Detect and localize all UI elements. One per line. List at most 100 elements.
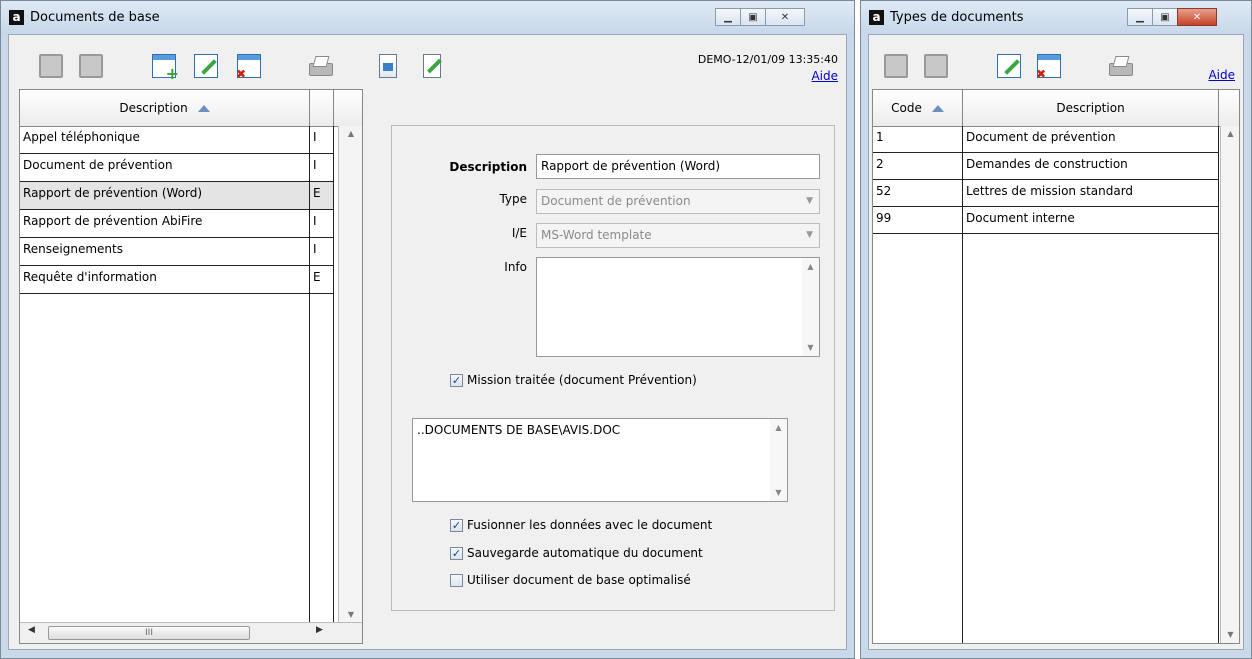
row-flag: I [310, 126, 334, 153]
edit-document-icon[interactable] [423, 54, 441, 78]
table-row[interactable]: Renseignements I [20, 238, 334, 266]
maximize-button[interactable]: ▣ [1152, 8, 1178, 26]
row-code: 2 [873, 153, 963, 180]
column-header-label: Description [119, 101, 188, 115]
table-row[interactable]: Document de prévention I [20, 154, 334, 182]
print-icon[interactable] [307, 54, 333, 78]
column-divider [309, 294, 310, 643]
status-timestamp: DEMO-12/01/09 13:35:40 [697, 53, 838, 66]
column-divider [962, 234, 963, 643]
mission-checkbox[interactable]: ✓ [450, 373, 463, 387]
app-logo-icon: a [9, 10, 24, 25]
row-code: 99 [873, 207, 963, 234]
open-document-icon[interactable] [379, 54, 397, 78]
sort-ascending-icon [197, 105, 210, 112]
column-header-description[interactable]: Description [963, 90, 1219, 126]
row-description: Document de prévention [20, 154, 310, 181]
table-row[interactable]: 1 Document de prévention [873, 126, 1219, 153]
optimized-checkbox-row[interactable]: Utiliser document de base optimalisé [450, 573, 691, 587]
title-bar[interactable]: a Types de documents ▁ ▣ ✕ [861, 1, 1251, 35]
toolbar: DEMO-12/01/09 13:35:40 Aide [9, 35, 846, 89]
detail-form: Description Rapport de prévention (Word)… [391, 125, 835, 611]
delete-record-icon[interactable] [1036, 54, 1061, 81]
maximize-button[interactable]: ▣ [740, 8, 766, 26]
info-textarea[interactable]: ▲ ▼ [536, 257, 820, 357]
sort-ascending-icon [931, 105, 944, 112]
row-description: Requête d'information [20, 266, 310, 293]
table-row[interactable]: 52 Lettres de mission standard [873, 180, 1219, 207]
row-description: Appel téléphonique [20, 126, 310, 153]
save-disabled-icon [884, 54, 908, 78]
autosave-checkbox[interactable]: ✓ [450, 546, 463, 560]
close-button[interactable]: ✕ [1177, 8, 1217, 26]
merge-checkbox[interactable]: ✓ [450, 518, 463, 532]
table-row[interactable]: Rapport de prévention AbiFire I [20, 210, 334, 238]
column-header-code[interactable]: Code [873, 90, 963, 126]
row-flag: E [310, 182, 334, 209]
column-divider [1218, 234, 1219, 643]
close-button[interactable]: ✕ [765, 8, 805, 26]
ie-value: MS-Word template [541, 228, 652, 242]
add-record-icon[interactable] [152, 54, 179, 83]
minimize-button[interactable]: ▁ [1127, 8, 1153, 26]
column-header-ie[interactable] [310, 90, 334, 126]
merge-checkbox-row[interactable]: ✓ Fusionner les données avec le document [450, 518, 712, 532]
scroll-left-icon[interactable]: ◀ [28, 625, 35, 635]
grid-header: Description [20, 90, 362, 127]
vertical-scrollbar[interactable]: ▲ ▼ [1220, 126, 1239, 643]
scroll-up-icon[interactable]: ▲ [1221, 126, 1239, 142]
scroll-down-icon[interactable]: ▼ [339, 607, 362, 623]
grid-header: Code Description [873, 90, 1239, 127]
info-label: Info [504, 260, 527, 274]
cancel-save-disabled-icon [924, 54, 948, 78]
type-label: Type [499, 192, 527, 206]
row-description: Renseignements [20, 238, 310, 265]
table-row-selected[interactable]: Rapport de prévention (Word) E [20, 182, 334, 210]
table-row[interactable]: 99 Document interne [873, 207, 1219, 234]
merge-checkbox-label: Fusionner les données avec le document [467, 518, 713, 532]
scroll-up-icon[interactable]: ▲ [339, 126, 362, 142]
horizontal-scrollbar[interactable]: ◀ III ▶ [20, 622, 362, 643]
help-link[interactable]: Aide [1208, 68, 1235, 82]
row-description: Document de prévention [963, 126, 1219, 153]
column-divider [333, 294, 334, 643]
vertical-scrollbar[interactable]: ▲ ▼ [338, 126, 362, 623]
path-scrollbar[interactable]: ▲ ▼ [770, 419, 787, 501]
documents-de-base-window: a Documents de base ▁ ▣ ✕ DEMO-12/01/09 … [0, 0, 855, 659]
scroll-right-icon[interactable]: ▶ [316, 625, 323, 635]
edit-record-icon[interactable] [997, 54, 1021, 78]
minimize-button[interactable]: ▁ [715, 8, 741, 26]
autosave-checkbox-row[interactable]: ✓ Sauvegarde automatique du document [450, 546, 703, 560]
delete-record-icon[interactable] [236, 54, 261, 81]
cancel-save-disabled-icon [79, 54, 103, 78]
edit-record-icon[interactable] [194, 54, 218, 78]
column-header-description[interactable]: Description [20, 90, 310, 126]
description-field[interactable]: Rapport de prévention (Word) [536, 154, 820, 179]
print-icon[interactable] [1107, 54, 1133, 78]
document-path-value: ..DOCUMENTS DE BASE\AVIS.DOC [417, 423, 621, 437]
type-select[interactable]: Document de prévention ▼ [536, 189, 820, 214]
window-content: Aide Code Description 1 Document de prév… [868, 34, 1244, 650]
scroll-down-icon[interactable]: ▼ [1221, 627, 1239, 643]
app-logo-icon: a [869, 10, 884, 25]
info-scrollbar[interactable]: ▲ ▼ [802, 258, 819, 356]
optimized-checkbox-label: Utiliser document de base optimalisé [467, 573, 691, 587]
chevron-down-icon: ▼ [806, 230, 813, 240]
row-flag: I [310, 238, 334, 265]
ie-label: I/E [511, 226, 527, 240]
document-path-field[interactable]: ..DOCUMENTS DE BASE\AVIS.DOC ▲ ▼ [412, 418, 788, 502]
row-description: Rapport de prévention (Word) [20, 182, 310, 209]
help-link[interactable]: Aide [811, 69, 838, 83]
mission-checkbox-row[interactable]: ✓ Mission traitée (document Prévention) [450, 373, 697, 387]
table-row[interactable]: Appel téléphonique I [20, 126, 334, 154]
ie-select[interactable]: MS-Word template ▼ [536, 223, 820, 248]
row-flag: I [310, 210, 334, 237]
title-bar[interactable]: a Documents de base ▁ ▣ ✕ [1, 1, 854, 35]
optimized-checkbox[interactable] [450, 573, 463, 587]
table-row[interactable]: 2 Demandes de construction [873, 153, 1219, 180]
table-row[interactable]: Requête d'information E [20, 266, 334, 294]
scroll-thumb[interactable]: III [48, 626, 250, 640]
row-description: Rapport de prévention AbiFire [20, 210, 310, 237]
window-title: Documents de base [30, 10, 160, 25]
row-description: Lettres de mission standard [963, 180, 1219, 207]
